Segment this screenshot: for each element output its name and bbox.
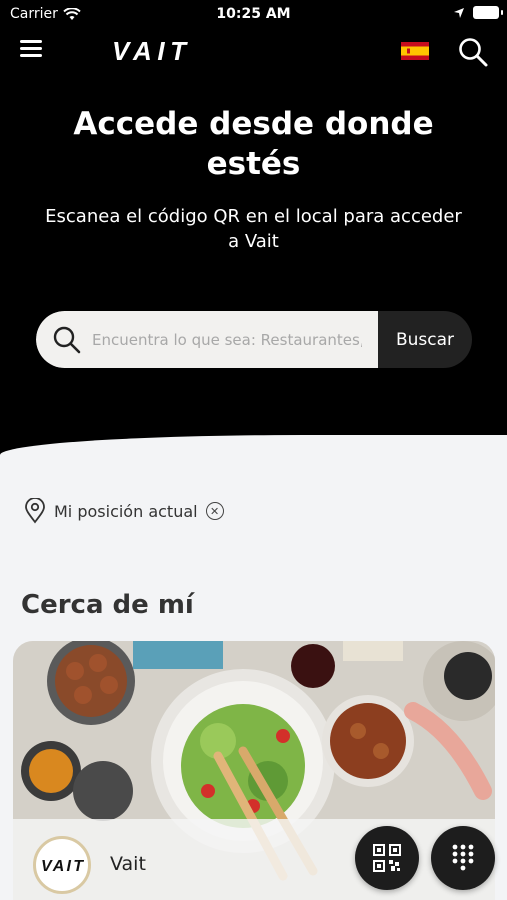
location-label: Mi posición actual	[54, 501, 198, 521]
qr-code-icon	[373, 844, 401, 872]
search-field[interactable]	[36, 311, 378, 368]
keypad-icon	[452, 844, 474, 871]
battery-icon	[473, 6, 503, 19]
restaurant-name: Vait	[110, 853, 146, 875]
current-location[interactable]: Mi posición actual ✕	[24, 498, 224, 524]
clear-location-icon[interactable]: ✕	[205, 502, 224, 520]
vait-avatar-logo: VAIT	[41, 858, 84, 875]
hero-title: Accede desde donde estés	[73, 106, 434, 182]
top-bar: VAIT	[0, 30, 507, 74]
search-bar: Buscar	[36, 311, 472, 368]
hero-subtitle: Escanea el código QR en el local para ac…	[45, 206, 462, 252]
vait-logo: VAIT	[112, 38, 188, 68]
restaurant-card[interactable]: VAIT Vait	[13, 641, 495, 900]
search-input[interactable]	[92, 330, 362, 349]
svg-text:VAIT: VAIT	[112, 38, 188, 66]
search-button[interactable]: Buscar	[378, 311, 472, 368]
menu-icon	[20, 40, 42, 43]
spain-flag-icon[interactable]	[401, 42, 429, 60]
section-title-nearby: Cerca de mí	[21, 590, 194, 620]
svg-text:VAIT: VAIT	[41, 858, 84, 875]
status-icons	[453, 6, 503, 19]
status-bar: Carrier 10:25 AM	[0, 0, 507, 28]
status-time: 10:25 AM	[216, 6, 291, 22]
map-pin-icon	[25, 498, 45, 524]
keypad-button[interactable]	[431, 826, 495, 890]
search-icon	[53, 326, 81, 353]
restaurant-avatar: VAIT	[33, 836, 91, 894]
qr-scan-button[interactable]	[355, 826, 419, 890]
search-icon[interactable]	[457, 36, 489, 68]
menu-button[interactable]	[20, 40, 44, 60]
location-arrow-icon	[454, 7, 464, 18]
